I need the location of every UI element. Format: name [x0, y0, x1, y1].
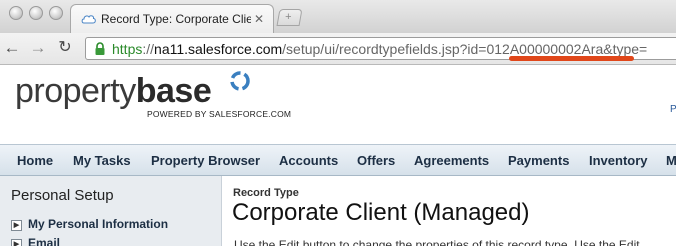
tab-accounts[interactable]: Accounts	[279, 153, 338, 168]
sidebar-item-label: My Personal Information	[28, 217, 169, 231]
url-separator: ://	[142, 41, 155, 57]
sidebar-item-my-personal-information[interactable]: ▶ My Personal Information	[11, 217, 168, 231]
browser-tab[interactable]: Record Type: Corporate Clie ✕	[70, 4, 274, 33]
url-text: https://na11.salesforce.com/setup/ui/rec…	[112, 41, 647, 57]
minimize-window-button[interactable]	[29, 6, 43, 20]
tab-title: Record Type: Corporate Clie	[101, 12, 251, 26]
url-scheme: https	[112, 41, 143, 57]
sidebar-title: Personal Setup	[11, 187, 114, 204]
logo-bold-text: base	[135, 72, 212, 110]
zoom-window-button[interactable]	[49, 6, 63, 20]
plus-icon: +	[285, 11, 292, 23]
tab-home[interactable]: Home	[17, 153, 53, 168]
back-arrow-icon[interactable]: ←	[3, 38, 21, 58]
tab-property-browser[interactable]: Property Browser	[151, 153, 260, 168]
tab-offers[interactable]: Offers	[357, 153, 395, 168]
sidebar-item-email[interactable]: ▶ Email	[11, 236, 60, 246]
expand-arrow-icon[interactable]: ▶	[11, 220, 22, 231]
sidebar-item-label: Email	[28, 236, 61, 246]
tab-inventory[interactable]: Inventory	[589, 153, 648, 168]
setup-sidebar: Personal Setup ▶ My Personal Information …	[0, 176, 222, 246]
propertybase-logo[interactable]: propertybase POWERED BY SALESFORCE.COM	[15, 70, 291, 122]
logo-swirl-icon	[230, 71, 250, 91]
url-host: na11.salesforce.com	[154, 41, 283, 57]
close-window-button[interactable]	[9, 6, 23, 20]
lock-icon	[95, 42, 105, 55]
expand-arrow-icon[interactable]: ▶	[11, 239, 22, 246]
tab-payments[interactable]: Payments	[508, 153, 569, 168]
browser-titlebar: Record Type: Corporate Clie ✕ +	[0, 0, 676, 33]
forward-arrow-icon[interactable]: →	[29, 38, 47, 58]
tab-agreements[interactable]: Agreements	[414, 153, 489, 168]
app-tab-bar: Home My Tasks Property Browser Accounts …	[0, 144, 676, 176]
page-description: Use the Edit button to change the proper…	[234, 238, 640, 246]
tab-more[interactable]: M	[666, 153, 676, 168]
header-corner-link[interactable]: P	[670, 104, 676, 115]
logo-regular-text: property	[15, 72, 136, 110]
tab-my-tasks[interactable]: My Tasks	[73, 153, 131, 168]
page-breadcrumb: Record Type	[233, 187, 299, 199]
logo-wordmark: propertybase	[15, 72, 212, 111]
record-id-highlight-mark	[509, 56, 634, 61]
salesforce-cloud-icon	[81, 15, 96, 24]
tab-close-icon[interactable]: ✕	[254, 12, 264, 26]
reload-icon[interactable]: ↻	[56, 38, 74, 58]
new-tab-button[interactable]: +	[276, 9, 303, 26]
url-path: /setup/ui/recordtypefields.jsp?id=012A00…	[282, 41, 648, 57]
powered-by-text: POWERED BY SALESFORCE.COM	[147, 109, 292, 119]
page-title: Corporate Client (Managed)	[232, 199, 530, 226]
